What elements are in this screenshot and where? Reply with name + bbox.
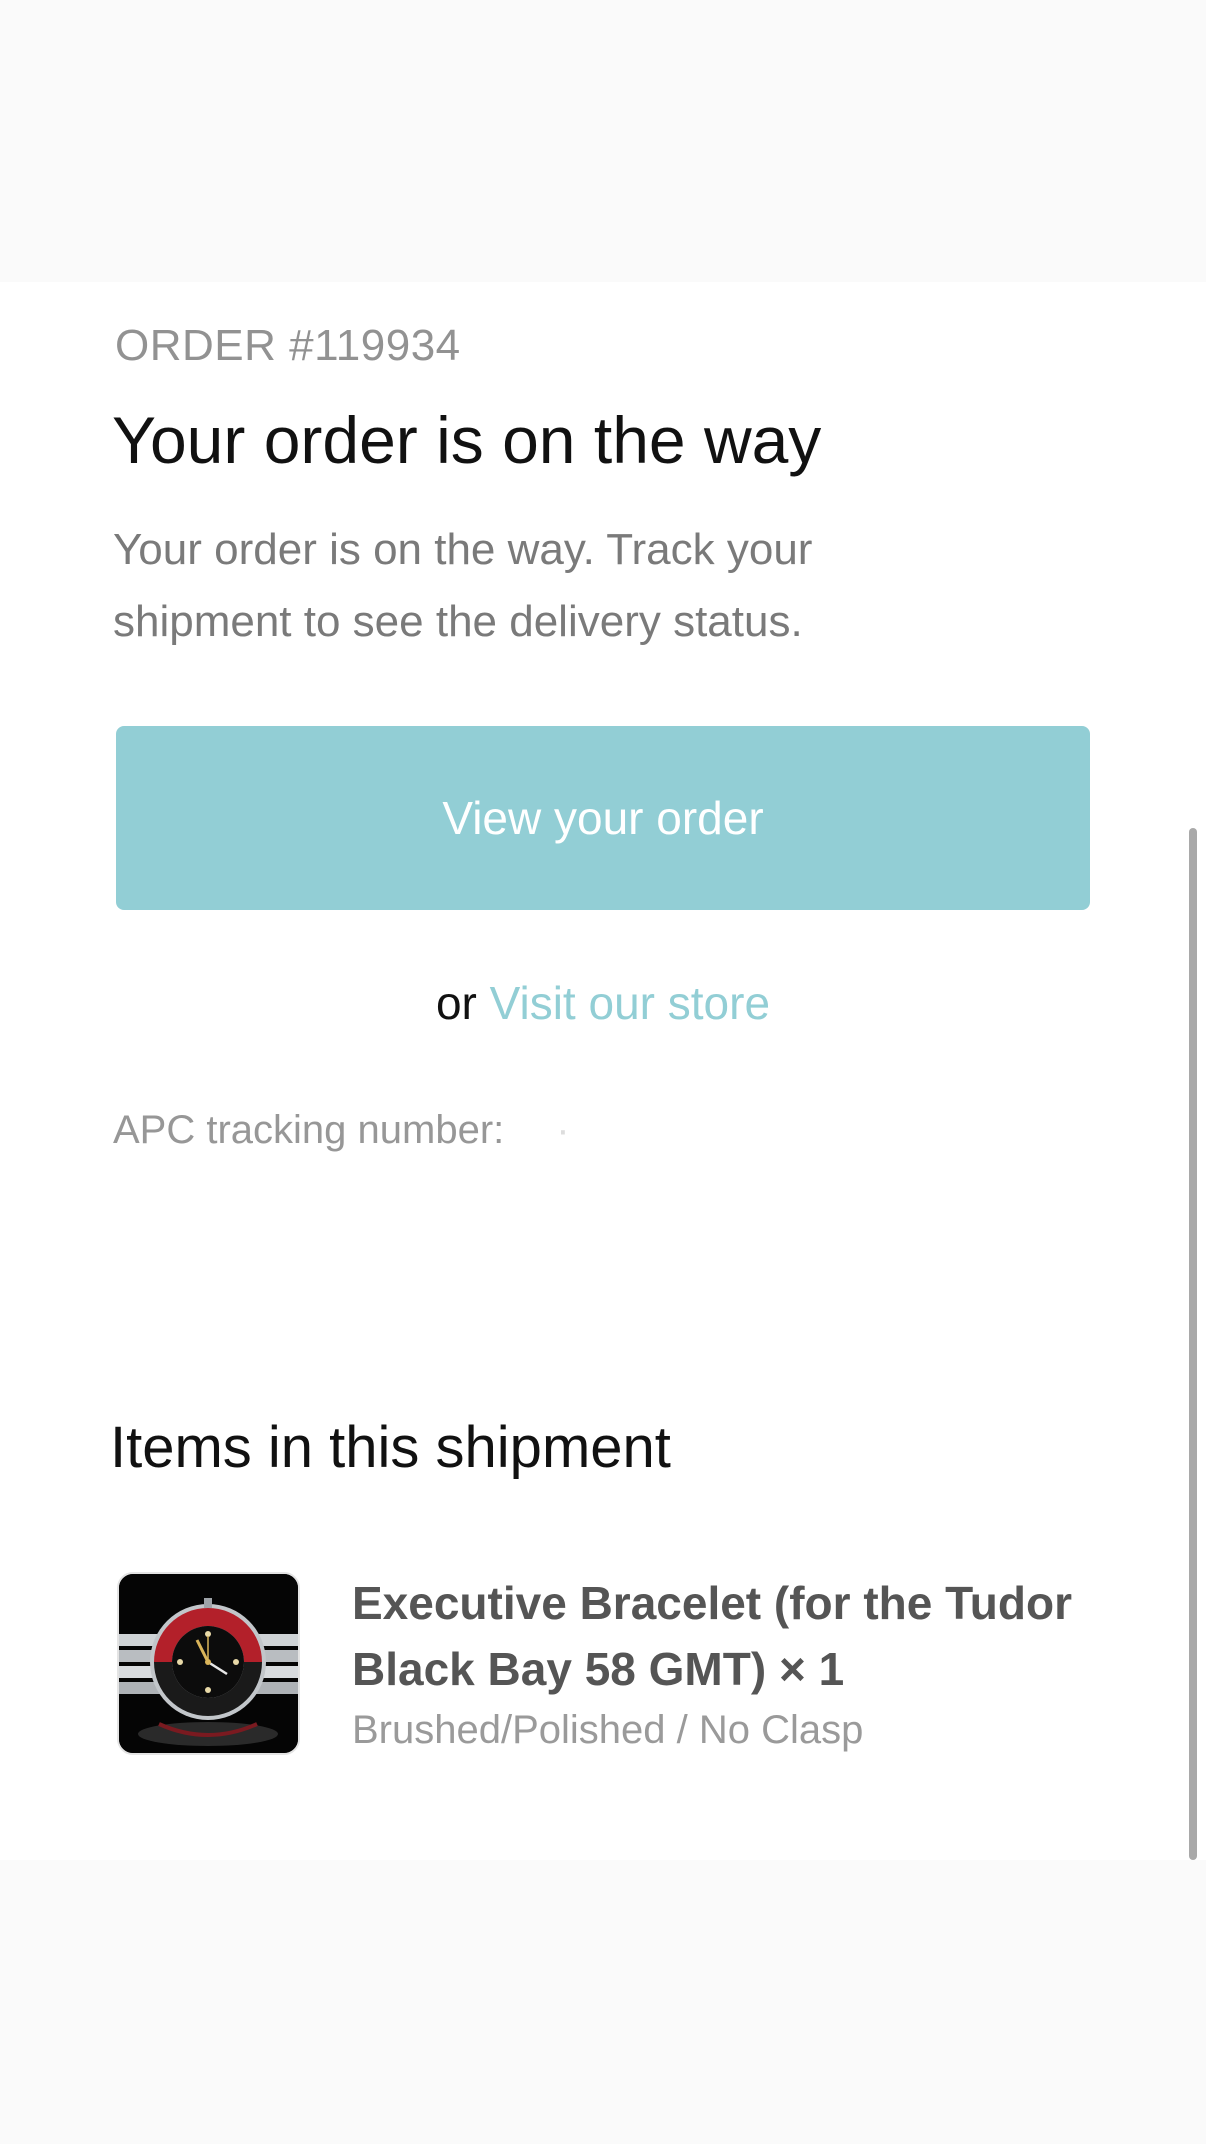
view-order-button-label: View your order xyxy=(442,792,764,844)
visit-store-link[interactable]: Visit our store xyxy=(490,977,770,1029)
watch-product-image xyxy=(117,1572,300,1755)
page-title: Your order is on the way xyxy=(112,403,822,477)
view-order-button[interactable]: View your order xyxy=(116,726,1090,910)
top-background xyxy=(0,0,1206,282)
scrollbar[interactable] xyxy=(1189,828,1197,1860)
order-number: ORDER #119934 xyxy=(115,321,461,370)
shipment-items-heading: Items in this shipment xyxy=(110,1415,671,1480)
tracking-info: APC tracking number: · xyxy=(113,1104,570,1156)
visit-store-line: or Visit our store xyxy=(0,974,1206,1032)
order-status-description: Your order is on the way. Track your shi… xyxy=(113,525,813,646)
tracking-label: APC tracking number: xyxy=(113,1108,505,1152)
shipment-item-title: Executive Bracelet (for the Tudor Black … xyxy=(352,1577,1072,1695)
shipment-item-variant: Brushed/Polished / No Clasp xyxy=(352,1708,864,1752)
bottom-background xyxy=(0,1860,1206,2144)
or-label: or xyxy=(435,977,477,1029)
tracking-number: · xyxy=(556,1108,570,1152)
